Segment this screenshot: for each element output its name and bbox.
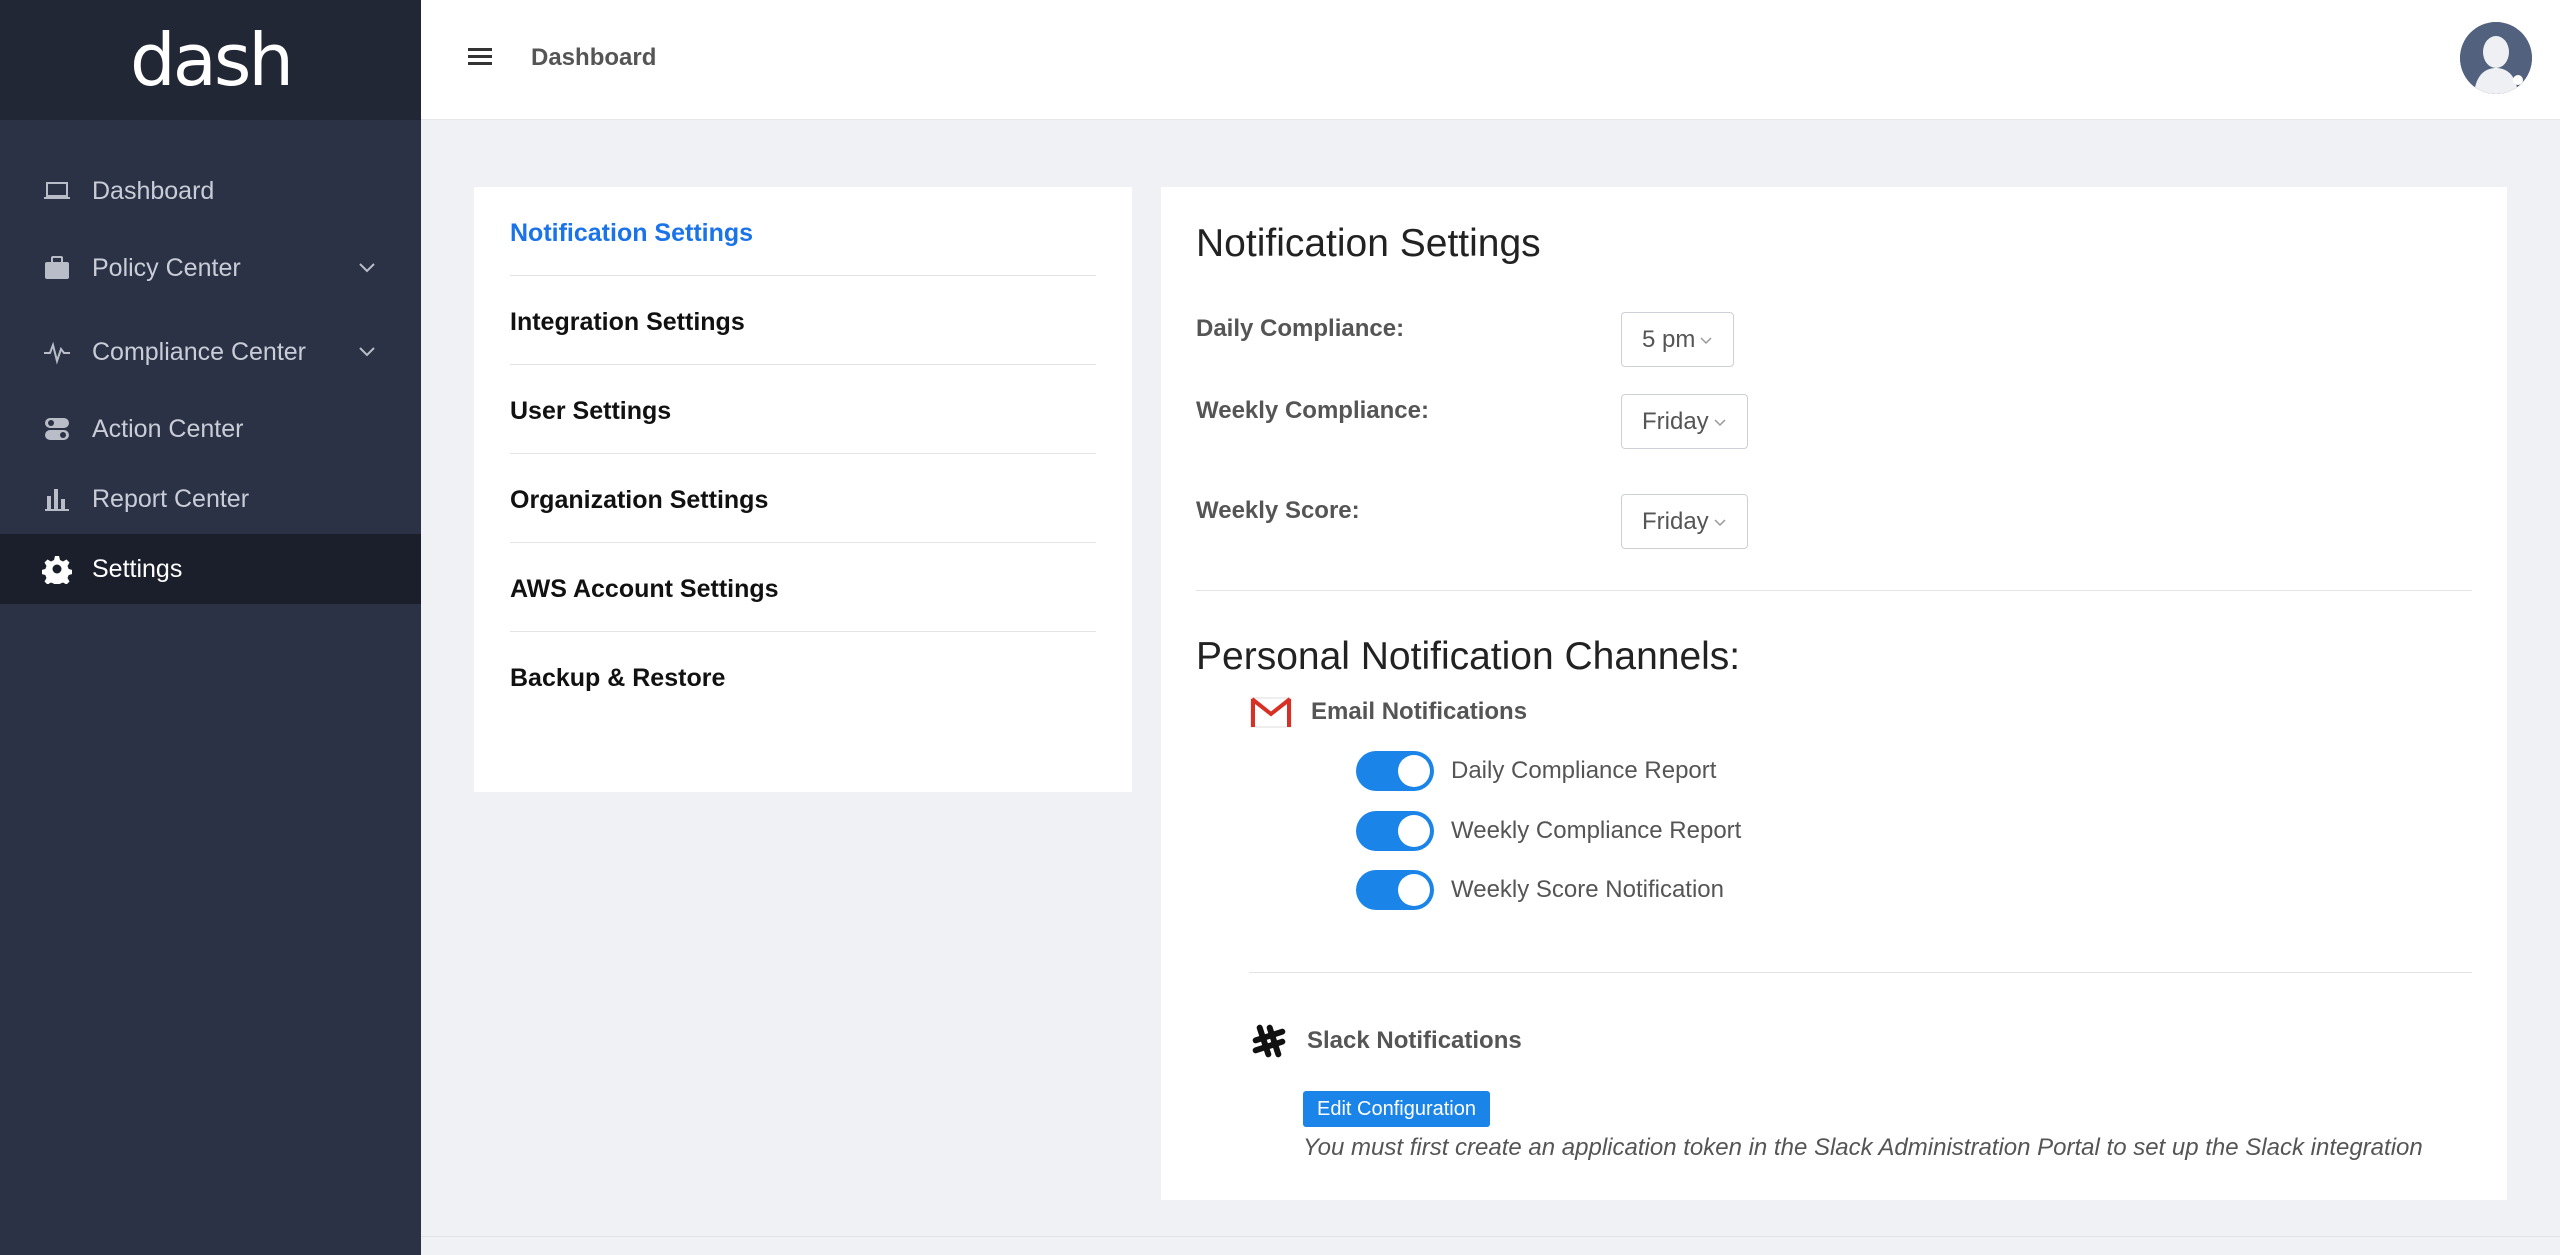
settings-menu-item-organization[interactable]: Organization Settings [510,454,1096,543]
toggle-label: Daily Compliance Report [1451,757,1717,784]
sidebar-item-report-center[interactable]: Report Center [0,464,421,534]
sidebar-item-settings[interactable]: Settings [0,534,421,604]
divider [1249,972,2472,973]
weekly-compliance-select[interactable]: Friday [1621,394,1748,449]
daily-compliance-report-toggle[interactable] [1356,751,1434,791]
sidebar-item-dashboard[interactable]: Dashboard [0,156,421,226]
daily-compliance-label: Daily Compliance: [1196,315,1405,342]
slack-notifications-label: Slack Notifications [1307,1027,1522,1054]
chevron-down-icon [1714,418,1726,426]
channels-title: Personal Notification Channels: [1196,635,1741,678]
settings-menu: Notification Settings Integration Settin… [474,187,1132,792]
chevron-down-icon [1714,518,1726,526]
sidebar-item-label: Settings [92,554,183,583]
bar-chart-icon [42,484,72,514]
laptop-icon [42,176,72,206]
daily-compliance-select[interactable]: 5 pm [1621,312,1735,367]
page-title: Dashboard [531,44,657,71]
sidebar: dash Dashboard Policy Center Compliance … [0,0,421,1255]
sidebar-item-policy-center[interactable]: Policy Center [0,233,421,303]
settings-menu-item-integration[interactable]: Integration Settings [510,276,1096,365]
daily-compliance-report-toggle-row[interactable]: Daily Compliance Report [1356,751,1716,791]
logo[interactable]: dash [130,18,294,102]
chevron-down-icon[interactable] [357,342,377,362]
slack-notifications-header: Slack Notifications [1249,1021,1522,1061]
briefcase-icon [42,253,72,283]
hamburger-menu-icon[interactable] [468,48,492,68]
toggle-label: Weekly Compliance Report [1451,817,1742,844]
weekly-score-label: Weekly Score: [1196,497,1360,524]
sidebar-item-label: Report Center [92,484,250,513]
pulse-icon [42,337,72,367]
sidebar-item-compliance-center[interactable]: Compliance Center [0,317,421,387]
sidebar-item-label: Action Center [92,414,244,443]
gmail-icon [1250,697,1292,728]
chevron-down-icon [1700,336,1712,344]
notification-settings-panel: Notification Settings Daily Compliance: … [1161,187,2507,1200]
weekly-compliance-report-toggle[interactable] [1356,811,1434,851]
footer-divider [421,1236,2560,1237]
divider [1196,590,2472,591]
settings-menu-item-notification[interactable]: Notification Settings [510,187,1096,276]
slack-icon [1252,1024,1286,1058]
sidebar-item-action-center[interactable]: Action Center [0,394,421,464]
avatar[interactable] [2460,22,2532,94]
top-header: Dashboard [421,0,2560,120]
sidebar-item-label: Dashboard [92,176,215,205]
panel-title: Notification Settings [1196,222,1541,265]
edit-configuration-button[interactable]: Edit Configuration [1303,1091,1490,1127]
toggle-label: Weekly Score Notification [1451,876,1724,903]
weekly-score-notification-toggle-row[interactable]: Weekly Score Notification [1356,870,1724,910]
settings-menu-item-aws-account[interactable]: AWS Account Settings [510,543,1096,632]
weekly-score-select[interactable]: Friday [1621,494,1748,549]
email-notifications-header: Email Notifications [1249,695,1527,729]
weekly-score-notification-toggle[interactable] [1356,870,1434,910]
settings-menu-item-backup-restore[interactable]: Backup & Restore [510,632,1096,721]
chevron-down-icon[interactable] [357,258,377,278]
toggles-icon [42,414,72,444]
gear-icon [42,554,72,584]
settings-menu-item-user[interactable]: User Settings [510,365,1096,454]
sidebar-item-label: Policy Center [92,253,241,282]
email-notifications-label: Email Notifications [1311,698,1528,725]
sidebar-item-label: Compliance Center [92,337,306,366]
weekly-compliance-report-toggle-row[interactable]: Weekly Compliance Report [1356,811,1741,851]
weekly-compliance-label: Weekly Compliance: [1196,397,1429,424]
slack-setup-note: You must first create an application tok… [1303,1134,2423,1161]
logo-area: dash [0,0,421,120]
